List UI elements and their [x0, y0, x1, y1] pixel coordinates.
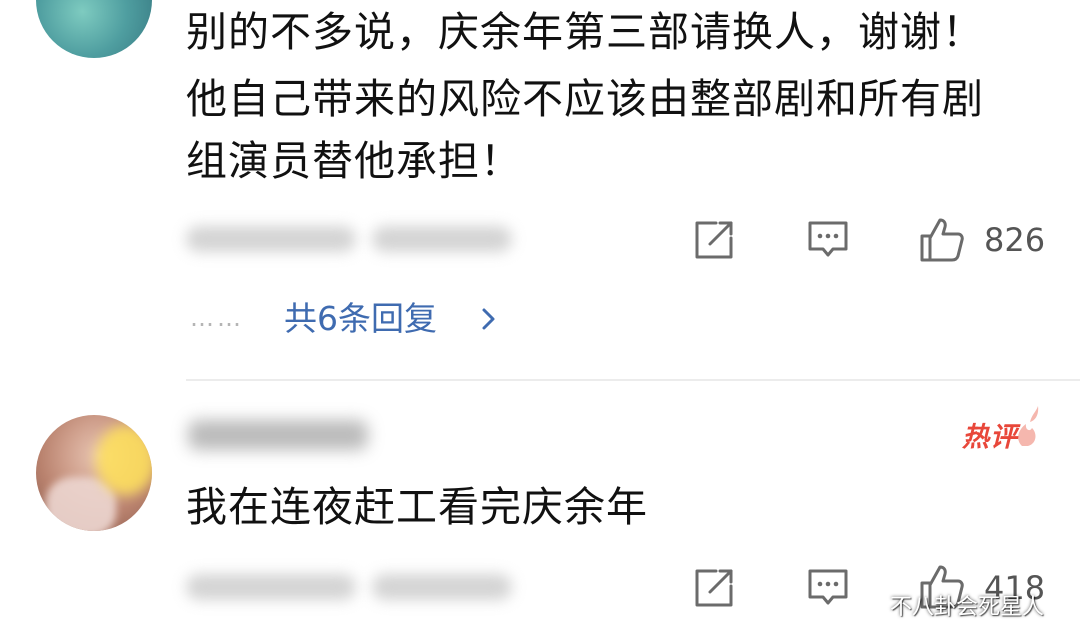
comment-icon[interactable]: [806, 566, 850, 610]
avatar[interactable]: [36, 415, 152, 531]
comment-text-line: 组演员替他承担！: [186, 137, 522, 185]
flame-icon: [1010, 404, 1040, 448]
replies-dots: ……: [190, 304, 244, 332]
thumbs-up-icon[interactable]: [918, 216, 966, 264]
watermark: 不八卦会死星人: [890, 595, 1045, 620]
comment-text: 我在连夜赶工看完庆余年: [186, 483, 648, 531]
comment-text-line: 他自己带来的风险不应该由整部剧和所有剧: [186, 75, 984, 123]
view-replies-link[interactable]: 共6条回复: [284, 296, 437, 342]
comment-timestamp-blurred: [186, 574, 356, 600]
share-icon[interactable]: [692, 566, 736, 610]
comment-divider: [186, 379, 1080, 381]
comment-timestamp-blurred: [186, 226, 356, 252]
username-blurred[interactable]: [188, 420, 368, 450]
comment-location-blurred: [372, 574, 512, 600]
comment-location-blurred: [372, 226, 512, 252]
comment-icon[interactable]: [806, 218, 850, 262]
like-count: 826: [984, 221, 1046, 259]
avatar[interactable]: [36, 0, 152, 58]
share-icon[interactable]: [692, 218, 736, 262]
comment-text-line: 别的不多说，庆余年第三部请换人，谢谢！: [186, 8, 984, 56]
chevron-right-icon[interactable]: [476, 304, 500, 334]
